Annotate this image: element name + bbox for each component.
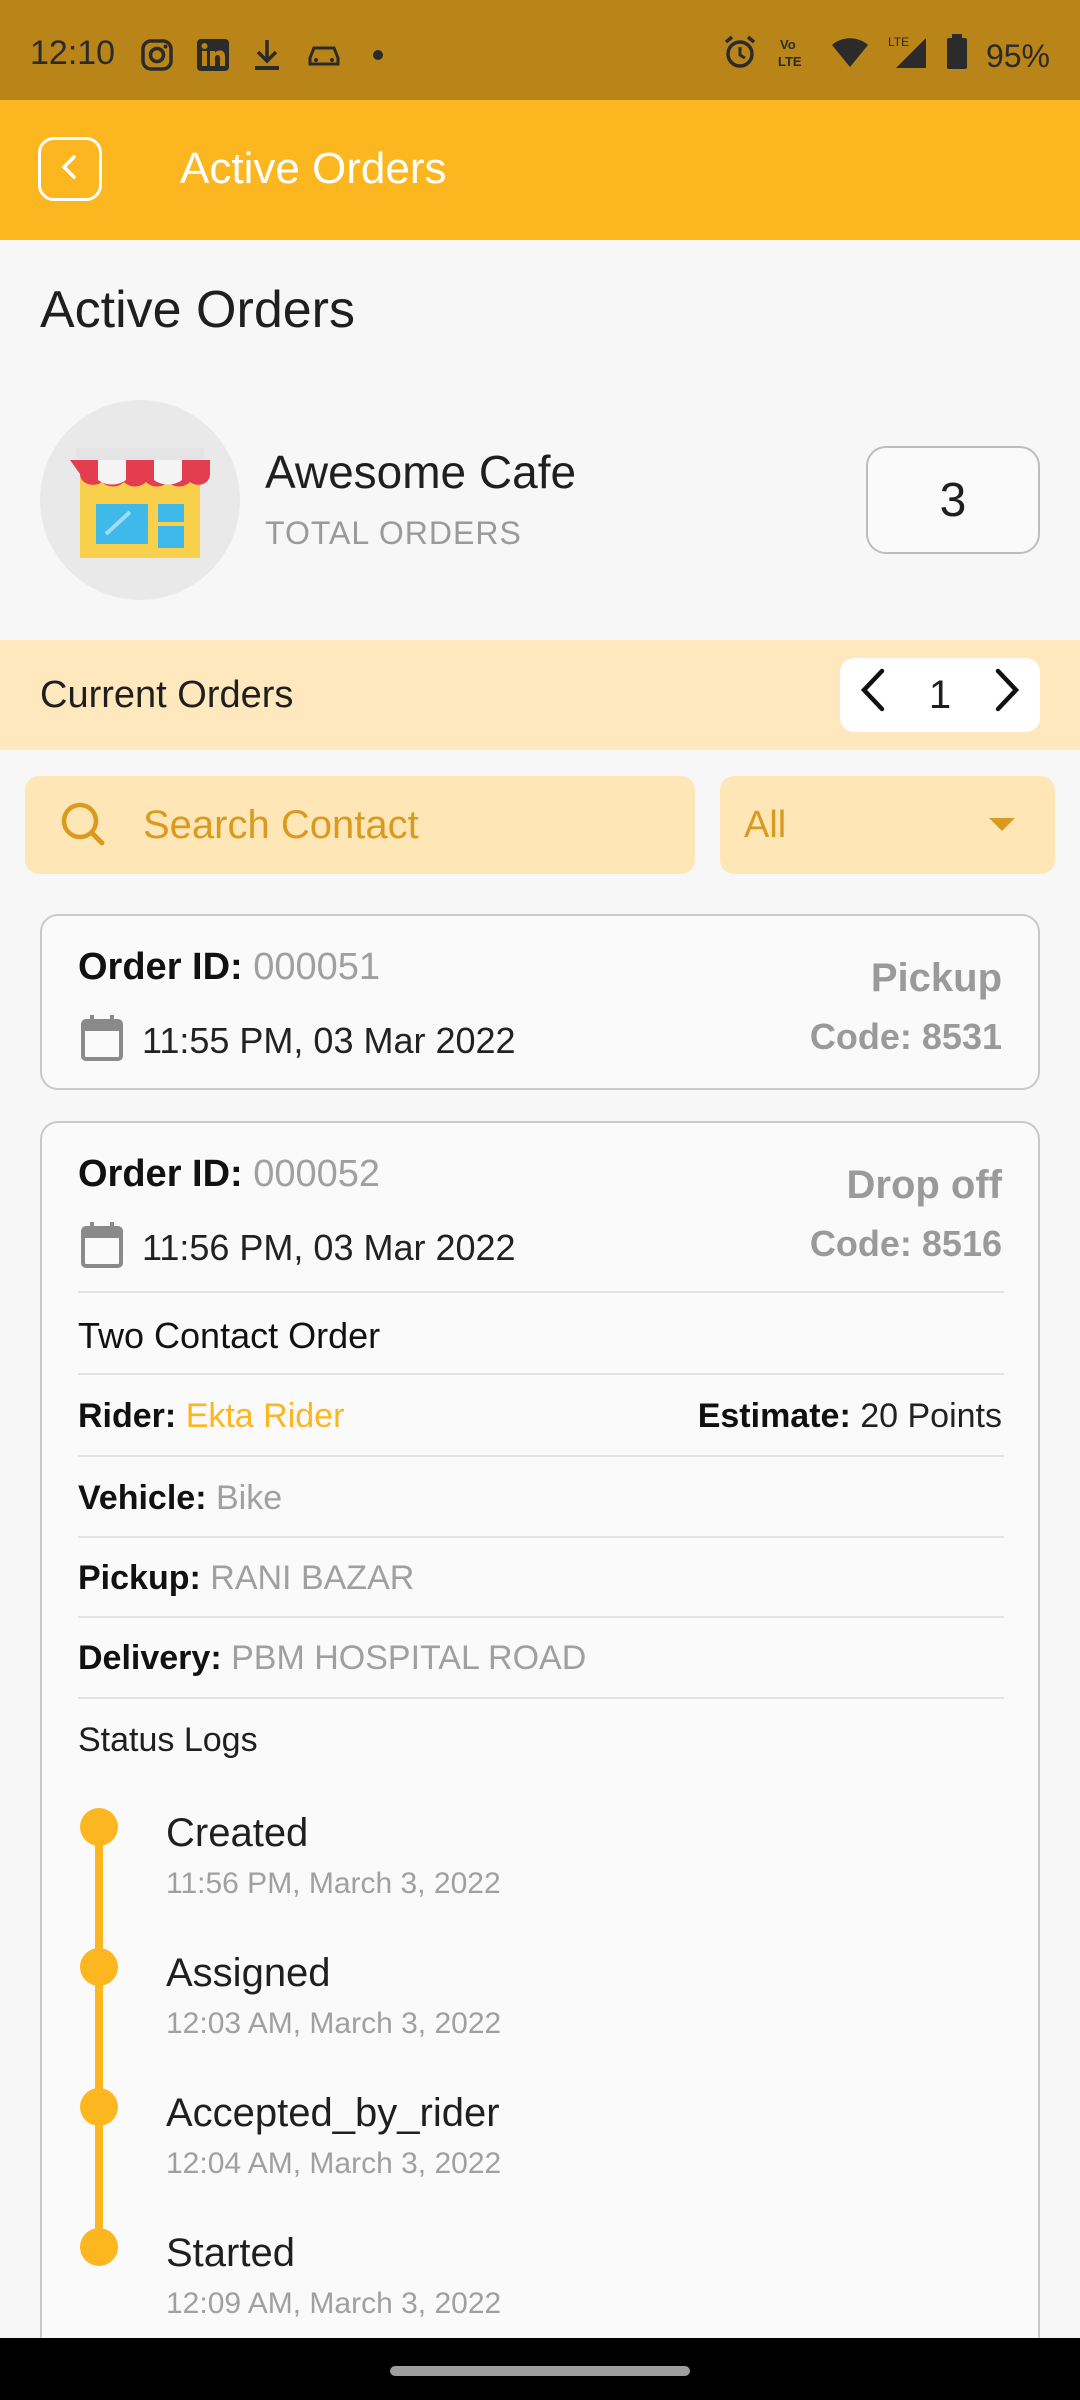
order-id-value: 000052 bbox=[253, 1153, 381, 1195]
pickup-label: Pickup: bbox=[78, 1559, 201, 1597]
order-card[interactable]: Order ID: 000051 11:55 PM, 03 Mar 2022 P… bbox=[40, 914, 1040, 1090]
calendar-icon bbox=[80, 1221, 124, 1274]
svg-text:LTE: LTE bbox=[778, 54, 802, 69]
volte-icon: Vo LTE bbox=[776, 34, 812, 78]
storefront-icon bbox=[70, 448, 210, 558]
svg-text:LTE: LTE bbox=[888, 35, 909, 49]
car-icon bbox=[306, 38, 342, 72]
alarm-icon bbox=[722, 34, 758, 78]
timeline-line bbox=[95, 1827, 103, 2247]
divider bbox=[78, 1616, 1004, 1618]
vehicle-label: Vehicle: bbox=[78, 1479, 207, 1517]
page-number: 1 bbox=[928, 672, 952, 717]
back-button[interactable] bbox=[38, 137, 102, 201]
order-id: Order ID: 000051 bbox=[78, 946, 380, 989]
divider bbox=[78, 1291, 1004, 1293]
delivery-value: PBM HOSPITAL ROAD bbox=[231, 1639, 587, 1677]
dot-icon bbox=[372, 38, 384, 72]
navigation-bar bbox=[0, 2338, 1080, 2400]
delivery-row: Delivery: PBM HOSPITAL ROAD bbox=[78, 1639, 586, 1678]
status-bar: 12:10 Vo LTE LTE 95% bbox=[0, 0, 1080, 100]
app-bar-title: Active Orders bbox=[180, 144, 447, 193]
timeline-dot bbox=[80, 2228, 118, 2266]
order-card[interactable]: Order ID: 000052 11:56 PM, 03 Mar 2022 D… bbox=[40, 1121, 1040, 2400]
vehicle-value: Bike bbox=[215, 1479, 283, 1517]
download-icon bbox=[252, 38, 282, 72]
delivery-label: Delivery: bbox=[78, 1639, 222, 1677]
filter-value: All bbox=[744, 804, 787, 846]
order-id-label: Order ID: bbox=[78, 946, 243, 988]
signal-icon: LTE bbox=[888, 34, 928, 78]
log-time: 12:03 AM, March 3, 2022 bbox=[166, 2007, 502, 2040]
status-right: Vo LTE LTE 95% bbox=[722, 34, 1050, 78]
log-status: Created bbox=[166, 1811, 309, 1855]
order-title: Two Contact Order bbox=[78, 1315, 381, 1356]
total-orders-count: 3 bbox=[866, 446, 1040, 554]
order-date: 11:55 PM, 03 Mar 2022 bbox=[142, 1020, 516, 1061]
caret-down-icon bbox=[989, 818, 1015, 831]
rider-name[interactable]: Ekta Rider bbox=[186, 1397, 345, 1435]
store-avatar bbox=[40, 400, 240, 600]
rider-label: Rider: bbox=[78, 1397, 177, 1435]
chevron-right-icon bbox=[995, 668, 1020, 712]
linkedin-icon bbox=[196, 38, 230, 72]
log-status: Started bbox=[166, 2231, 295, 2275]
current-orders-bar: Current Orders 1 bbox=[0, 640, 1080, 750]
chevron-left-icon bbox=[58, 153, 82, 186]
estimate-label: Estimate: bbox=[697, 1397, 851, 1435]
order-code: Code: 8531 bbox=[809, 1016, 1002, 1057]
order-id-label: Order ID: bbox=[78, 1153, 243, 1195]
search-box[interactable] bbox=[25, 776, 695, 874]
estimate-row: Estimate: 20 Points bbox=[698, 1397, 1002, 1436]
divider bbox=[78, 1697, 1004, 1699]
rider-row: Rider: Ekta Rider bbox=[78, 1397, 344, 1436]
pager: 1 bbox=[840, 658, 1040, 732]
log-time: 12:04 AM, March 3, 2022 bbox=[166, 2147, 502, 2180]
divider bbox=[78, 1373, 1004, 1375]
order-id-value: 000051 bbox=[253, 946, 381, 988]
status-filter-dropdown[interactable]: All bbox=[720, 776, 1055, 874]
battery-percent: 95% bbox=[985, 37, 1050, 74]
current-orders-label: Current Orders bbox=[40, 674, 294, 716]
store-subtitle: TOTAL ORDERS bbox=[265, 515, 522, 551]
next-page-button[interactable] bbox=[990, 665, 1026, 725]
search-input[interactable] bbox=[143, 776, 683, 874]
page-title: Active Orders bbox=[40, 281, 355, 339]
status-logs-title: Status Logs bbox=[78, 1721, 258, 1759]
status-time: 12:10 bbox=[30, 34, 116, 72]
timeline-dot bbox=[80, 1808, 118, 1846]
order-date: 11:56 PM, 03 Mar 2022 bbox=[142, 1227, 516, 1268]
store-name: Awesome Cafe bbox=[265, 446, 577, 498]
log-status: Accepted_by_rider bbox=[166, 2091, 500, 2135]
log-time: 11:56 PM, March 3, 2022 bbox=[166, 1867, 501, 1900]
battery-icon bbox=[946, 34, 968, 78]
search-icon bbox=[59, 800, 109, 855]
app-bar: Active Orders bbox=[0, 100, 1080, 240]
timeline-dot bbox=[80, 1948, 118, 1986]
vehicle-row: Vehicle: Bike bbox=[78, 1479, 282, 1518]
divider bbox=[78, 1536, 1004, 1538]
pickup-value: RANI BAZAR bbox=[210, 1559, 415, 1597]
order-id: Order ID: 000052 bbox=[78, 1153, 380, 1196]
order-type: Drop off bbox=[846, 1163, 1002, 1207]
log-time: 12:09 AM, March 3, 2022 bbox=[166, 2287, 502, 2320]
prev-page-button[interactable] bbox=[854, 665, 890, 725]
timeline-dot bbox=[80, 2088, 118, 2126]
svg-text:Vo: Vo bbox=[780, 37, 796, 52]
pickup-row: Pickup: RANI BAZAR bbox=[78, 1559, 414, 1598]
estimate-value: 20 Points bbox=[860, 1397, 1002, 1435]
home-handle[interactable] bbox=[390, 2366, 690, 2376]
calendar-icon bbox=[80, 1014, 124, 1067]
divider bbox=[78, 1455, 1004, 1457]
log-status: Assigned bbox=[166, 1951, 331, 1995]
order-code: Code: 8516 bbox=[809, 1223, 1002, 1264]
chevron-left-icon bbox=[860, 668, 885, 712]
wifi-icon bbox=[830, 35, 870, 77]
order-type: Pickup bbox=[870, 956, 1002, 1000]
instagram-icon bbox=[140, 38, 174, 72]
